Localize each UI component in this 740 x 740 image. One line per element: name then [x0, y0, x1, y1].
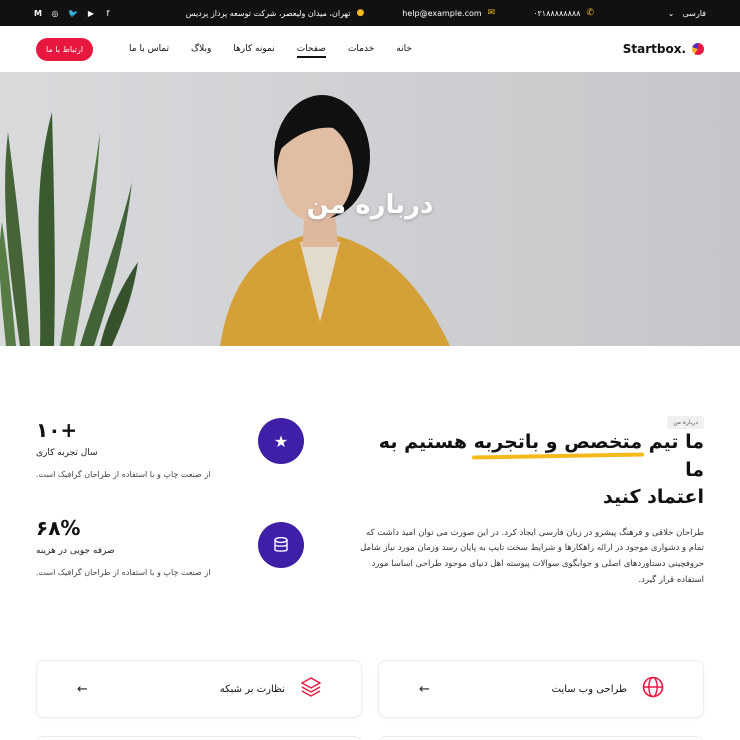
layers-icon: [299, 676, 323, 703]
menu-item-portfolio[interactable]: نمونه کارها: [233, 40, 274, 58]
star-icon: ★: [258, 418, 304, 464]
stat-description: از صنعت چاپ و با استفاده از طراحان گرافی…: [36, 568, 211, 577]
chevron-down-icon: ⌄: [667, 8, 675, 18]
language-selector[interactable]: فارسی ⌄: [668, 9, 706, 18]
instagram-icon[interactable]: ◎: [51, 9, 59, 18]
about-section: درباره من ما تیم متخصص و باتجربه هستیم ب…: [0, 346, 740, 646]
brand-name: Startbox.: [622, 42, 686, 56]
menu-item-pages[interactable]: صفحات: [296, 40, 327, 58]
globe-icon: [641, 676, 665, 703]
hero-title: درباره من: [306, 190, 434, 220]
heading-line2: اعتماد کنید: [602, 486, 704, 509]
arrow-left-icon[interactable]: ←: [419, 682, 430, 697]
stat-number: ۶۸%: [36, 516, 81, 540]
stat-text: ۶۸% صرفه جویی در هزینه از صنعت چاپ و با …: [36, 516, 236, 580]
stat-label: سال تجربه کاری: [36, 448, 98, 458]
youtube-icon[interactable]: ▶: [87, 9, 95, 18]
database-icon: [258, 522, 304, 568]
main-navbar: Startbox. خانه خدمات صفحات نمونه کارها و…: [0, 26, 740, 72]
twitter-icon[interactable]: 🐦: [68, 9, 78, 18]
brand[interactable]: Startbox.: [623, 42, 704, 56]
stat-label: صرفه جویی در هزینه: [36, 546, 115, 556]
medium-icon[interactable]: M: [34, 9, 42, 18]
section-badge: درباره من: [667, 416, 704, 429]
email-item[interactable]: ✉ help@example.com: [402, 8, 495, 18]
facebook-icon[interactable]: f: [104, 9, 112, 18]
stat-number: +۱۰: [36, 418, 78, 442]
stat-savings: ۶۸% صرفه جویی در هزینه از صنعت چاپ و با …: [36, 516, 304, 616]
service-title-wrap: نظارت بر شبکه: [220, 676, 323, 703]
menu-item-home[interactable]: خانه: [396, 40, 412, 58]
about-heading: ما تیم متخصص و باتجربه هستیم به ما اعتما…: [359, 429, 704, 512]
service-title: نظارت بر شبکه: [219, 683, 285, 695]
heading-pre: ما تیم: [642, 431, 704, 453]
phone-item[interactable]: ✆ ۰۲۱۸۸۸۸۸۸۸۸: [533, 8, 594, 18]
service-card-web-design[interactable]: طراحی وب سایت ←: [378, 660, 704, 718]
service-title: طراحی وب سایت: [551, 683, 627, 695]
social-links: f ▶ 🐦 ◎ M: [34, 9, 112, 18]
location-pin-icon: ●: [356, 8, 365, 18]
phone-text: ۰۲۱۸۸۸۸۸۸۸۸: [533, 8, 581, 18]
service-card-network[interactable]: نظارت بر شبکه ←: [36, 660, 362, 718]
arrow-left-icon[interactable]: ←: [77, 682, 88, 697]
menu-item-services[interactable]: خدمات: [348, 40, 374, 58]
service-card-partial: [36, 736, 362, 740]
stat-experience: ★ +۱۰ سال تجربه کاری از صنعت چاپ و با اس…: [36, 418, 304, 518]
email-text: help@example.com: [402, 8, 482, 18]
address-item: ● تهران، میدان ولیعصر، شرکت توسعه پرداز …: [186, 8, 365, 18]
service-card-partial: [378, 736, 704, 740]
menu-item-contact[interactable]: تماس با ما: [129, 40, 169, 58]
contact-us-button[interactable]: ارتباط با ما: [36, 37, 94, 61]
heading-highlight: متخصص و باتجربه: [474, 429, 642, 457]
brand-logo-icon: [692, 43, 704, 55]
phone-icon: ✆: [586, 8, 595, 18]
stat-description: از صنعت چاپ و با استفاده از طراحان گرافی…: [36, 470, 211, 479]
contact-info: ✆ ۰۲۱۸۸۸۸۸۸۸۸ ✉ help@example.com ● تهران…: [186, 8, 594, 18]
hero-banner: درباره من: [0, 72, 740, 346]
menu-item-blog[interactable]: وبلاگ: [191, 40, 211, 58]
envelope-icon: ✉: [487, 8, 496, 18]
main-menu: خانه خدمات صفحات نمونه کارها وبلاگ تماس …: [129, 40, 412, 58]
language-label: فارسی: [682, 8, 707, 18]
top-bar: فارسی ⌄ ✆ ۰۲۱۸۸۸۸۸۸۸۸ ✉ help@example.com…: [0, 0, 740, 26]
address-text: تهران، میدان ولیعصر، شرکت توسعه پرداز پر…: [185, 8, 351, 18]
about-paragraph: طراحان خلاقی و فرهنگ پیشرو در زبان فارسی…: [360, 527, 704, 585]
service-title-wrap: طراحی وب سایت: [552, 676, 665, 703]
stat-text: +۱۰ سال تجربه کاری از صنعت چاپ و با استف…: [36, 418, 236, 482]
about-text-block: درباره من ما تیم متخصص و باتجربه هستیم ب…: [359, 416, 704, 589]
